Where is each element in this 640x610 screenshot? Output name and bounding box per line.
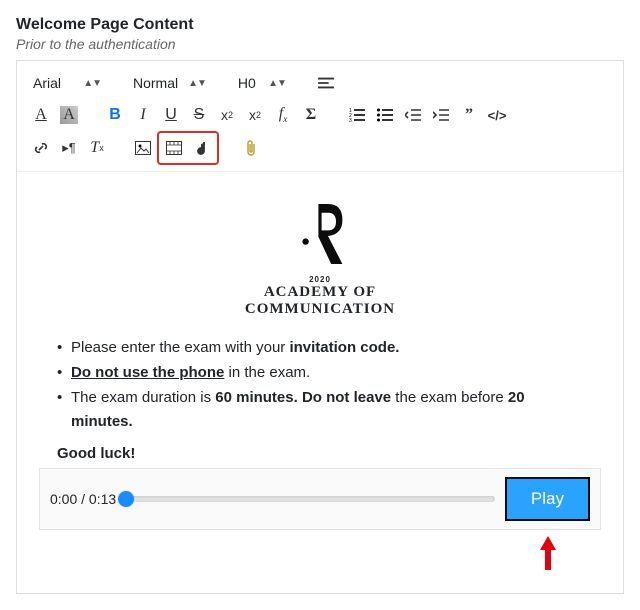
logo-text-line1: ACADEMY OF	[39, 284, 601, 301]
media-button-group-highlight	[157, 131, 219, 165]
text: Please enter the exam with your	[71, 339, 289, 356]
text: in the exam.	[224, 364, 310, 381]
audio-player: 0:00 / 0:13 Play	[39, 468, 601, 530]
subscript-button[interactable]: x2	[213, 101, 241, 129]
heading-value: H0	[238, 75, 256, 91]
outdent-button[interactable]	[399, 101, 427, 129]
font-size-value: Normal	[133, 75, 178, 91]
text-color-button[interactable]: A	[27, 101, 55, 129]
caret-icon: ▲▼	[188, 78, 206, 89]
play-button[interactable]: Play	[505, 477, 590, 521]
italic-button[interactable]: I	[129, 101, 157, 129]
text-bold: 60 minutes. Do not leave	[215, 389, 391, 406]
bold-button[interactable]: B	[101, 101, 129, 129]
formula-button[interactable]: fx	[269, 101, 297, 129]
logo-icon	[280, 192, 360, 272]
rich-text-editor: Arial ▲▼ Normal ▲▼ H0 ▲▼ A A B I U S	[16, 60, 624, 594]
font-family-value: Arial	[33, 75, 61, 91]
logo-text-line2: COMMUNICATION	[39, 301, 601, 318]
code-button[interactable]: </>	[483, 101, 511, 129]
clear-format-button[interactable]: Tx	[83, 134, 111, 162]
logo-year: 2020	[39, 275, 601, 284]
section-title: Welcome Page Content	[16, 16, 624, 34]
superscript-button[interactable]: x2	[241, 101, 269, 129]
text: the exam before	[391, 389, 508, 406]
section-subtitle: Prior to the authentication	[16, 36, 624, 52]
editor-toolbar: Arial ▲▼ Normal ▲▼ H0 ▲▼ A A B I U S	[17, 61, 623, 171]
audio-button[interactable]	[188, 134, 216, 162]
paragraph-style-button[interactable]	[312, 69, 340, 97]
sigma-button[interactable]: Σ	[297, 101, 325, 129]
list-item: • The exam duration is 60 minutes. Do no…	[57, 386, 583, 436]
blockquote-button[interactable]: ”	[455, 101, 483, 129]
strikethrough-button[interactable]: S	[185, 101, 213, 129]
attachment-button[interactable]	[237, 134, 265, 162]
good-luck-text: Good luck!	[57, 445, 601, 462]
list-item: • Please enter the exam with your invita…	[57, 336, 583, 361]
text-bold-underline: Do not use the phone	[71, 364, 224, 381]
editor-content[interactable]: 2020 ACADEMY OF COMMUNICATION • Please e…	[17, 171, 623, 593]
link-button[interactable]	[27, 134, 55, 162]
image-button[interactable]	[129, 134, 157, 162]
font-size-select[interactable]: Normal ▲▼	[127, 69, 212, 97]
logo-block: 2020 ACADEMY OF COMMUNICATION	[39, 192, 601, 318]
direction-button[interactable]: ▸¶	[55, 134, 83, 162]
caret-icon: ▲▼	[83, 78, 101, 89]
audio-seek-thumb[interactable]	[118, 491, 134, 507]
underline-button[interactable]: U	[157, 101, 185, 129]
unordered-list-button[interactable]	[371, 101, 399, 129]
ordered-list-button[interactable]: 123	[343, 101, 371, 129]
font-family-select[interactable]: Arial ▲▼	[27, 69, 107, 97]
audio-time: 0:00 / 0:13	[50, 491, 116, 507]
annotation-arrow-icon	[39, 536, 557, 575]
instruction-list: • Please enter the exam with your invita…	[57, 336, 583, 435]
list-item: • Do not use the phone in the exam.	[57, 361, 583, 386]
svg-text:3: 3	[349, 118, 352, 122]
text-bold: invitation code.	[289, 339, 399, 356]
video-button[interactable]	[160, 134, 188, 162]
highlight-button[interactable]: A	[55, 101, 83, 129]
text: The exam duration is	[71, 389, 215, 406]
indent-button[interactable]	[427, 101, 455, 129]
heading-select[interactable]: H0 ▲▼	[232, 69, 292, 97]
audio-seek-track[interactable]	[126, 496, 495, 502]
caret-icon: ▲▼	[268, 78, 286, 89]
